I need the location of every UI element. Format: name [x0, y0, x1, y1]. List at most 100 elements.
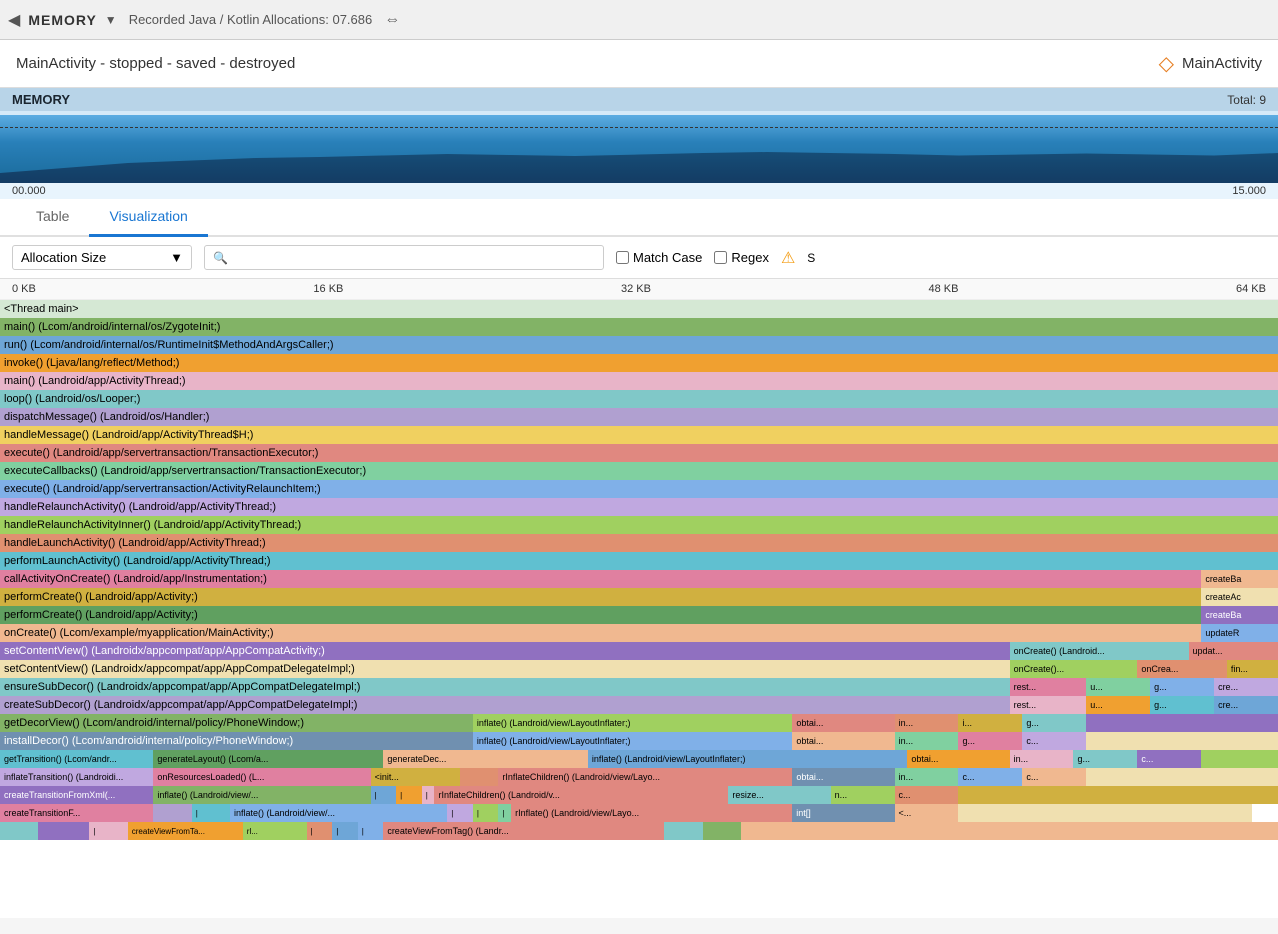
flame-cell[interactable]: c...: [1022, 768, 1086, 786]
flame-cell[interactable]: [153, 804, 191, 822]
flame-cell[interactable]: execute() (Landroid/app/servertransactio…: [0, 444, 1278, 462]
flame-cell[interactable]: inflate() (Landroid/view/...: [230, 804, 447, 822]
allocation-size-dropdown[interactable]: Allocation Size ▼: [12, 245, 192, 270]
flame-cell[interactable]: [1086, 714, 1278, 732]
regex-label[interactable]: Regex: [714, 250, 769, 265]
flame-cell[interactable]: |: [473, 804, 499, 822]
flame-cell[interactable]: resize...: [728, 786, 830, 804]
flame-cell[interactable]: performLaunchActivity() (Landroid/app/Ac…: [0, 552, 1278, 570]
flame-cell[interactable]: |: [371, 786, 397, 804]
flame-cell[interactable]: generateDec...: [383, 750, 587, 768]
flame-cell[interactable]: onCreate() (Lcom/example/myapplication/M…: [0, 624, 1201, 642]
flame-cell[interactable]: |: [307, 822, 333, 840]
flame-cell[interactable]: |: [447, 804, 473, 822]
flame-cell[interactable]: |: [422, 786, 435, 804]
flame-cell[interactable]: inflateTransition() (Landroidi...: [0, 768, 153, 786]
flame-cell[interactable]: main() (Landroid/app/ActivityThread;): [0, 372, 1278, 390]
flame-cell[interactable]: handleRelaunchActivityInner() (Landroid/…: [0, 516, 1278, 534]
flame-cell[interactable]: onCrea...: [1137, 660, 1226, 678]
flame-cell[interactable]: |: [89, 822, 127, 840]
flame-cell[interactable]: performCreate() (Landroid/app/Activity;): [0, 588, 1201, 606]
flame-cell[interactable]: u...: [1086, 696, 1150, 714]
flame-cell[interactable]: in...: [895, 732, 959, 750]
flame-cell[interactable]: createBa: [1201, 570, 1278, 588]
flame-cell[interactable]: createViewFromTa...: [128, 822, 243, 840]
flame-cell[interactable]: invoke() (Ljava/lang/reflect/Method;): [0, 354, 1278, 372]
flame-cell[interactable]: [1086, 768, 1278, 786]
flame-cell[interactable]: [958, 786, 1278, 804]
flame-cell[interactable]: fin...: [1227, 660, 1278, 678]
flame-cell[interactable]: i...: [958, 714, 1022, 732]
flame-cell[interactable]: cre...: [1214, 678, 1278, 696]
flame-cell[interactable]: handleMessage() (Landroid/app/ActivityTh…: [0, 426, 1278, 444]
flame-cell[interactable]: rInflate() (Landroid/view/Layo...: [511, 804, 792, 822]
flame-cell[interactable]: |: [498, 804, 511, 822]
flame-cell[interactable]: rest...: [1010, 678, 1087, 696]
flame-cell[interactable]: c...: [958, 768, 1022, 786]
flame-cell[interactable]: installDecor() (Lcom/android/internal/po…: [0, 732, 473, 750]
flame-cell[interactable]: ensureSubDecor() (Landroidx/appcompat/ap…: [0, 678, 1010, 696]
flame-cell[interactable]: execute() (Landroid/app/servertransactio…: [0, 480, 1278, 498]
flame-cell[interactable]: n...: [831, 786, 895, 804]
flame-cell[interactable]: [1201, 750, 1278, 768]
flame-cell[interactable]: rest...: [1010, 696, 1087, 714]
flame-cell[interactable]: setContentView() (Landroidx/appcompat/ap…: [0, 660, 1010, 678]
flame-cell[interactable]: updat...: [1189, 642, 1278, 660]
flame-cell[interactable]: int[]: [792, 804, 894, 822]
flame-cell[interactable]: |: [332, 822, 358, 840]
flame-cell[interactable]: <init...: [371, 768, 460, 786]
flame-cell[interactable]: g...: [1073, 750, 1137, 768]
flame-cell[interactable]: u...: [1086, 678, 1150, 696]
flame-cell[interactable]: createViewFromTag() (Landr...: [383, 822, 664, 840]
flame-cell[interactable]: obtai...: [792, 732, 894, 750]
flame-cell[interactable]: getTransition() (Lcom/andr...: [0, 750, 153, 768]
back-button[interactable]: ◀: [8, 10, 20, 30]
fit-button[interactable]: ⇔: [384, 11, 400, 29]
flame-cell[interactable]: createTransitionFromXml(...: [0, 786, 153, 804]
flame-cell[interactable]: |: [396, 786, 422, 804]
flame-cell[interactable]: setContentView() (Landroidx/appcompat/ap…: [0, 642, 1010, 660]
flame-cell[interactable]: g...: [1022, 714, 1086, 732]
search-input[interactable]: [234, 250, 595, 265]
flame-cell[interactable]: obtai...: [792, 714, 894, 732]
flame-cell[interactable]: in...: [1010, 750, 1074, 768]
match-case-checkbox[interactable]: [616, 251, 629, 264]
flame-cell[interactable]: g...: [958, 732, 1022, 750]
flame-cell[interactable]: [38, 822, 89, 840]
flame-cell[interactable]: getDecorView() (Lcom/android/internal/po…: [0, 714, 473, 732]
flame-cell[interactable]: generateLayout() (Lcom/a...: [153, 750, 383, 768]
flame-cell[interactable]: inflate() (Landroid/view/LayoutInflater;…: [588, 750, 908, 768]
memory-dropdown-button[interactable]: ▼: [105, 13, 117, 27]
tab-table[interactable]: Table: [16, 198, 89, 237]
match-case-label[interactable]: Match Case: [616, 250, 702, 265]
flame-cell[interactable]: g...: [1150, 696, 1214, 714]
flame-cell[interactable]: cre...: [1214, 696, 1278, 714]
flame-cell[interactable]: dispatchMessage() (Landroid/os/Handler;): [0, 408, 1278, 426]
flame-cell[interactable]: |: [358, 822, 384, 840]
flame-cell[interactable]: performCreate() (Landroid/app/Activity;): [0, 606, 1201, 624]
flame-cell[interactable]: createAc: [1201, 588, 1278, 606]
flame-cell[interactable]: updateR: [1201, 624, 1278, 642]
flame-cell[interactable]: onCreate() (Landroid...: [1010, 642, 1189, 660]
flame-cell[interactable]: |: [192, 804, 230, 822]
flame-cell[interactable]: obtai...: [792, 768, 894, 786]
flame-cell[interactable]: obtai...: [907, 750, 1009, 768]
flame-cell[interactable]: createTransitionF...: [0, 804, 153, 822]
flame-cell[interactable]: loop() (Landroid/os/Looper;): [0, 390, 1278, 408]
flame-cell[interactable]: rl...: [243, 822, 307, 840]
flame-cell[interactable]: in...: [895, 768, 959, 786]
flame-cell[interactable]: run() (Lcom/android/internal/os/RuntimeI…: [0, 336, 1278, 354]
flame-cell[interactable]: handleRelaunchActivity() (Landroid/app/A…: [0, 498, 1278, 516]
flame-cell[interactable]: in...: [895, 714, 959, 732]
flame-cell[interactable]: [664, 822, 702, 840]
tab-visualization[interactable]: Visualization: [89, 198, 207, 237]
flame-cell[interactable]: onResourcesLoaded() (L...: [153, 768, 370, 786]
flame-cell[interactable]: callActivityOnCreate() (Landroid/app/Ins…: [0, 570, 1201, 588]
flame-cell[interactable]: inflate() (Landroid/view/...: [153, 786, 370, 804]
flame-cell[interactable]: [741, 822, 1278, 840]
flame-cell[interactable]: [1086, 732, 1278, 750]
flame-cell[interactable]: [703, 822, 741, 840]
flame-cell[interactable]: g...: [1150, 678, 1214, 696]
flame-cell[interactable]: executeCallbacks() (Landroid/app/servert…: [0, 462, 1278, 480]
flame-cell[interactable]: rInflateChildren() (Landroid/v...: [434, 786, 728, 804]
